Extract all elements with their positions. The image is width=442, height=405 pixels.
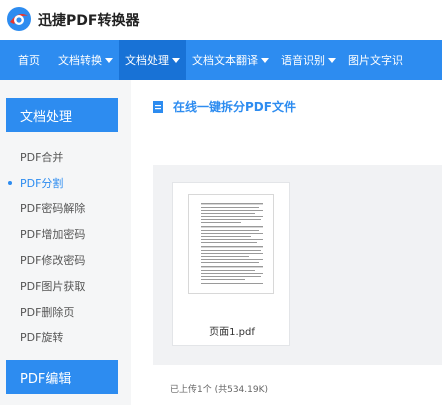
- chevron-down-icon: [172, 57, 180, 63]
- sidebar-item-label: PDF修改密码: [20, 254, 86, 268]
- sidebar-list: PDF合并 PDF分割 PDF密码解除 PDF增加密码 PDF修改密码 PDF图…: [0, 144, 131, 350]
- chevron-down-icon: [261, 57, 269, 63]
- chevron-down-icon: [328, 57, 336, 63]
- chevron-down-icon: [105, 57, 113, 63]
- sidebar-item-pdf-merge[interactable]: PDF合并: [0, 144, 131, 170]
- document-icon: [153, 100, 163, 113]
- upload-area[interactable]: 页面1.pdf: [153, 165, 442, 365]
- sidebar-item-pdf-password-change[interactable]: PDF修改密码: [0, 247, 131, 273]
- sidebar-item-label: PDF增加密码: [20, 228, 86, 242]
- nav-item-label: 首页: [18, 54, 40, 67]
- nav-item-doc-convert[interactable]: 文档转换: [52, 40, 119, 80]
- page-title: 在线一键拆分PDF文件: [153, 98, 296, 115]
- app-header: 迅捷PDF转换器: [0, 0, 442, 40]
- sidebar-item-pdf-password-remove[interactable]: PDF密码解除: [0, 196, 131, 222]
- sidebar-section-pdf-edit[interactable]: PDF编辑: [6, 360, 118, 394]
- page-title-text: 在线一键拆分PDF文件: [173, 100, 296, 114]
- sidebar-item-pdf-split[interactable]: PDF分割: [0, 170, 131, 196]
- sidebar-item-label: PDF分割: [20, 176, 64, 190]
- sidebar-item-pdf-delete-page[interactable]: PDF删除页: [0, 299, 131, 325]
- app-logo-icon[interactable]: [6, 6, 32, 32]
- sidebar-item-label: PDF密码解除: [20, 202, 86, 216]
- nav-item-doc-translate[interactable]: 文档文本翻译: [186, 40, 275, 80]
- nav-item-label: 语音识别: [281, 54, 325, 67]
- file-name: 页面1.pdf: [209, 327, 255, 338]
- sidebar-item-label: PDF删除页: [20, 305, 75, 319]
- nav-item-speech[interactable]: 语音识别: [275, 40, 342, 80]
- nav-item-image-ocr[interactable]: 图片文字识: [342, 40, 409, 80]
- nav-item-label: 文档转换: [58, 54, 102, 67]
- sidebar-header-label: 文档处理: [20, 109, 73, 125]
- nav-item-label: 文档文本翻译: [192, 54, 258, 67]
- sidebar-item-label: PDF合并: [20, 150, 64, 164]
- app-title: 迅捷PDF转换器: [38, 13, 140, 29]
- sidebar-item-pdf-password-add[interactable]: PDF增加密码: [0, 221, 131, 247]
- sidebar: 文档处理 PDF合并 PDF分割 PDF密码解除 PDF增加密码 PDF修改密码…: [0, 80, 131, 405]
- sidebar-header[interactable]: 文档处理: [6, 98, 118, 132]
- nav-item-label: 图片文字识: [348, 54, 403, 67]
- sidebar-section-label: PDF编辑: [20, 371, 72, 387]
- pdf-page-preview-icon: [201, 203, 263, 284]
- pdf-thumbnail: [188, 194, 274, 294]
- nav-item-label: 文档处理: [125, 54, 169, 67]
- file-card[interactable]: 页面1.pdf: [172, 182, 290, 346]
- sidebar-item-label: PDF旋转: [20, 331, 64, 345]
- nav-item-doc-process[interactable]: 文档处理: [119, 40, 186, 80]
- nav-item-home[interactable]: 首页: [0, 40, 52, 80]
- upload-status: 已上传1个 (共534.19K): [170, 385, 269, 395]
- sidebar-item-label: PDF图片获取: [20, 279, 86, 293]
- sidebar-item-pdf-image-extract[interactable]: PDF图片获取: [0, 273, 131, 299]
- sidebar-item-pdf-rotate[interactable]: PDF旋转: [0, 325, 131, 351]
- top-nav: 首页 文档转换 文档处理 文档文本翻译 语音识别 图片文字识: [0, 40, 442, 80]
